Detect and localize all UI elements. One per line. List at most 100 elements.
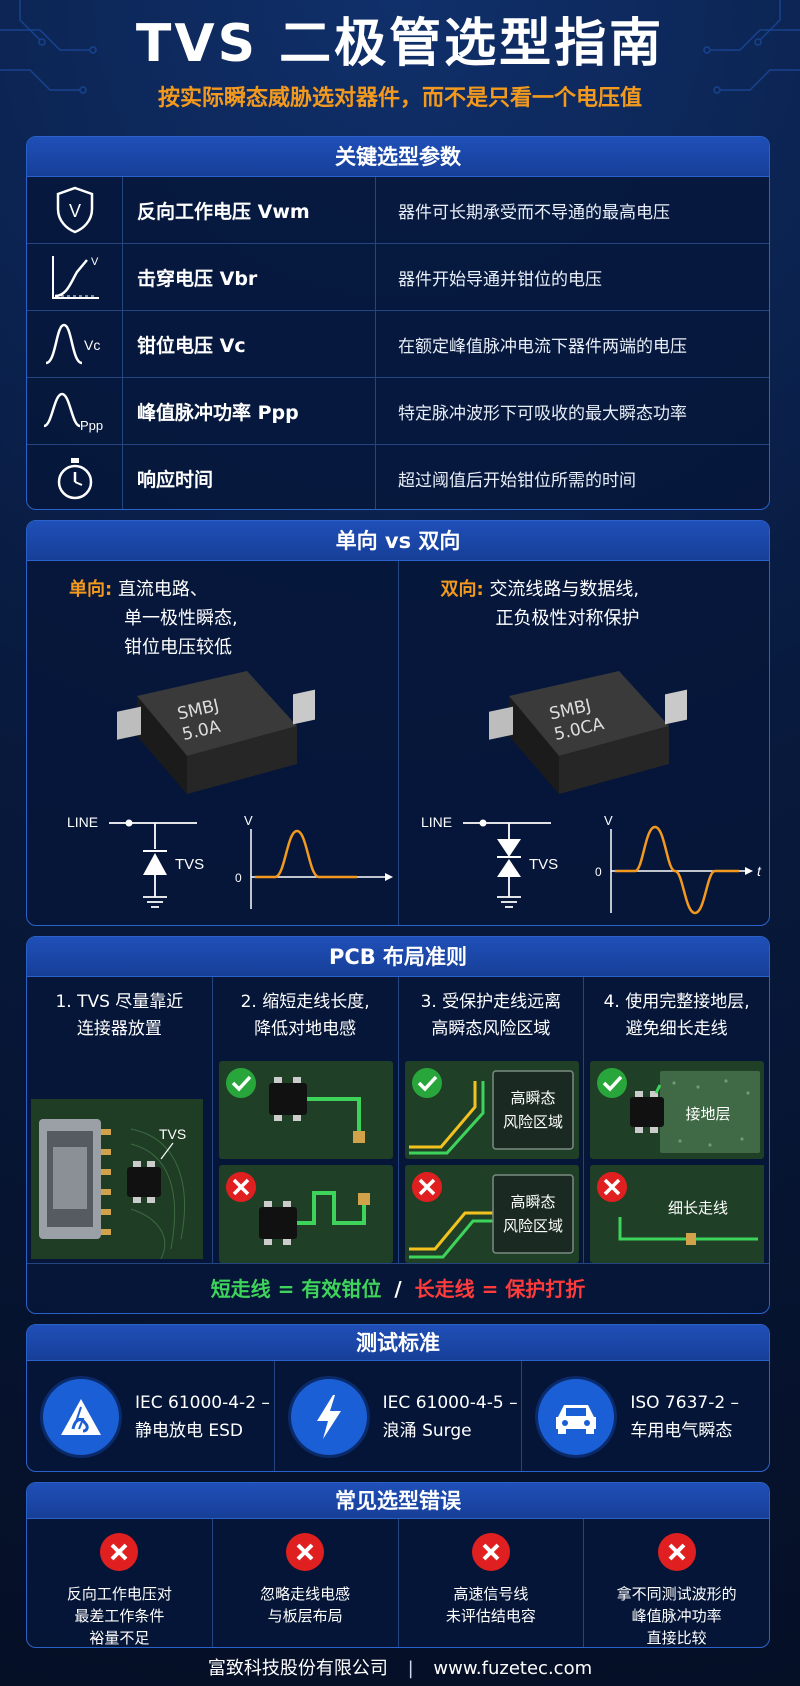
cross-icon <box>411 1172 442 1202</box>
standard-code: ISO 7637-2 – <box>630 1393 740 1413</box>
lightning-icon <box>290 1379 367 1455</box>
error-text: 拿不同测试波形的 <box>616 1585 737 1603</box>
cross-icon <box>657 1533 696 1571</box>
uni-line: 单一极性瞬态, <box>124 608 238 629</box>
pcb-rule-caption: 避免细长走线 <box>625 1019 728 1039</box>
param-desc: 特定脉冲波形下可吸收的最大瞬态功率 <box>398 403 687 424</box>
bi-tag: 双向: <box>440 579 484 600</box>
esd-warning-icon <box>43 1379 119 1455</box>
param-desc: 器件开始导通并钳位的电压 <box>398 269 602 290</box>
svg-text:TVS: TVS <box>159 1126 186 1142</box>
pcb-rule-1: 1. TVS 尽量靠近 连接器放置 TVS <box>27 977 212 1263</box>
pcb-rule-caption: 4. 使用完整接地层, <box>603 992 750 1012</box>
pcb-rule-caption: 高瞬态风险区域 <box>431 1019 551 1039</box>
pcb-panel: PCB 布局准则 1. TVS 尽量靠近 连接器放置 TVS 2. 缩短走线长度… <box>26 936 770 1314</box>
uni-line: 直流电路、 <box>117 579 208 600</box>
cross-icon <box>597 1172 628 1202</box>
uni-line: 钳位电压较低 <box>124 637 232 658</box>
error-item: 反向工作电压对 最差工作条件 裕量不足 <box>27 1519 212 1647</box>
error-text: 最差工作条件 <box>74 1607 165 1625</box>
peak-pulse-icon: Ppp <box>27 378 123 444</box>
error-text: 未评估结电容 <box>445 1607 536 1625</box>
svg-text:风险区域: 风险区域 <box>502 1217 562 1235</box>
standard-name: 车用电气瞬态 <box>630 1421 733 1441</box>
param-name: 反向工作电压 Vwm <box>123 177 376 243</box>
pcb-rule-4: 4. 使用完整接地层, 避免细长走线 接地层 细长走线 <box>583 977 769 1263</box>
pcb-summary-good: 短走线 = 有效钳位 <box>210 1277 382 1301</box>
error-text: 与板层布局 <box>267 1607 343 1625</box>
bi-chip-image: SMBJ 5.0CA <box>488 671 687 794</box>
errors-panel: 常见选型错误 反向工作电压对 最差工作条件 裕量不足 忽略走线电感 与板层布局 … <box>26 1482 770 1648</box>
footer-separator: | <box>407 1658 414 1679</box>
svg-text:TVS: TVS <box>175 856 204 873</box>
standard-item: IEC 61000-4-2 – 静电放电 ESD <box>27 1361 274 1471</box>
param-name: 响应时间 <box>123 445 376 509</box>
error-text: 忽略走线电感 <box>260 1585 351 1603</box>
stopwatch-icon <box>27 445 123 509</box>
param-row: Vc 钳位电压 Vc 在额定峰值脉冲电流下器件两端的电压 <box>27 311 769 378</box>
pcb-summary: 短走线 = 有效钳位 / 长走线 = 保护打折 <box>27 1263 769 1313</box>
page-subtitle: 按实际瞬态威胁选对器件，而不是只看一个电压值 <box>157 86 642 111</box>
svg-text:0: 0 <box>235 871 242 885</box>
param-name: 击穿电压 Vbr <box>123 244 376 310</box>
standard-item: IEC 61000-4-5 – 浪涌 Surge <box>273 1361 522 1471</box>
param-row: V 击穿电压 Vbr 器件开始导通并钳位的电压 <box>27 244 769 311</box>
standard-code: IEC 61000-4-2 – <box>135 1393 270 1413</box>
svg-text:TVS: TVS <box>529 856 558 873</box>
cross-icon <box>471 1533 510 1571</box>
error-text: 直接比较 <box>646 1629 707 1647</box>
standard-item: ISO 7637-2 – 车用电气瞬态 <box>521 1361 769 1471</box>
error-item: 忽略走线电感 与板层布局 <box>211 1519 398 1647</box>
page-header: TVS 二极管选型指南 按实际瞬态威胁选对器件，而不是只看一个电压值 <box>0 10 800 112</box>
param-desc: 在额定峰值脉冲电流下器件两端的电压 <box>398 336 687 357</box>
standard-name: 静电放电 ESD <box>135 1421 244 1441</box>
svg-text:LINE: LINE <box>67 814 98 830</box>
params-panel: 关键选型参数 V 反向工作电压 Vwm 器件可长期承受而不导通的最高电压 V 击… <box>26 136 770 510</box>
svg-text:V: V <box>91 256 99 268</box>
shield-v-icon: V <box>27 177 123 243</box>
company-name: 富致科技股份有限公司 <box>207 1658 388 1679</box>
cross-icon <box>225 1172 256 1202</box>
direction-heading: 单向 vs 双向 <box>27 521 769 561</box>
trace-length-comparison <box>218 1061 393 1263</box>
svg-text:V: V <box>244 813 253 828</box>
check-icon <box>597 1068 628 1098</box>
param-desc: 超过阈值后开始钳位所需的时间 <box>398 471 636 491</box>
bidirectional-section: 双向: 交流线路与数据线, 正负极性对称保护 SMBJ 5.0CA LINE T… <box>397 561 770 925</box>
website-link[interactable]: www.fuzetec.com <box>433 1658 592 1679</box>
bi-line: 正负极性对称保护 <box>495 608 640 629</box>
pcb-summary-separator: / <box>394 1277 402 1301</box>
page-title: TVS 二极管选型指南 <box>135 14 665 74</box>
breakdown-curve-icon: V <box>27 244 123 310</box>
param-row: V 反向工作电压 Vwm 器件可长期承受而不导通的最高电压 <box>27 177 769 244</box>
error-text: 峰值脉冲功率 <box>631 1607 722 1625</box>
error-text: 反向工作电压对 <box>66 1585 172 1603</box>
uni-schematic: LINE TVS V t 0 <box>67 813 393 909</box>
direction-panel: 单向 vs 双向 单向: 直流电路、 单一极性瞬态, 钳位电压较低 SMBJ 5… <box>26 520 770 926</box>
standard-code: IEC 61000-4-5 – <box>382 1393 518 1413</box>
cross-icon <box>100 1533 139 1571</box>
param-row: Ppp 峰值脉冲功率 Ppp 特定脉冲波形下可吸收的最大瞬态功率 <box>27 378 769 445</box>
connector-board-image: TVS <box>31 1099 203 1259</box>
standards-heading: 测试标准 <box>27 1325 769 1361</box>
cross-icon <box>286 1533 325 1571</box>
unidirectional-section: 单向: 直流电路、 单一极性瞬态, 钳位电压较低 SMBJ 5.0A LINE <box>27 561 398 925</box>
page-footer: 富致科技股份有限公司 | www.fuzetec.com <box>0 1654 800 1680</box>
pcb-rule-caption: 连接器放置 <box>76 1019 162 1039</box>
svg-text:Vc: Vc <box>84 337 100 353</box>
svg-text:V: V <box>68 201 80 221</box>
pcb-summary-bad: 长走线 = 保护打折 <box>414 1277 586 1301</box>
svg-text:细长走线: 细长走线 <box>668 1199 728 1217</box>
svg-text:高瞬态: 高瞬态 <box>510 1089 555 1107</box>
param-row: 响应时间 超过阈值后开始钳位所需的时间 <box>27 445 769 509</box>
svg-text:接地层: 接地层 <box>686 1105 731 1123</box>
error-item: 高速信号线 未评估结电容 <box>397 1519 584 1647</box>
check-icon <box>411 1068 442 1098</box>
pcb-rule-caption: 3. 受保护走线远离 <box>420 992 562 1012</box>
svg-text:V: V <box>604 813 613 828</box>
svg-text:0: 0 <box>595 865 602 879</box>
uni-chip-image: SMBJ 5.0A <box>117 671 315 794</box>
clamp-pulse-icon: Vc <box>27 311 123 377</box>
bi-line: 交流线路与数据线, <box>489 579 640 600</box>
svg-text:LINE: LINE <box>421 814 452 830</box>
